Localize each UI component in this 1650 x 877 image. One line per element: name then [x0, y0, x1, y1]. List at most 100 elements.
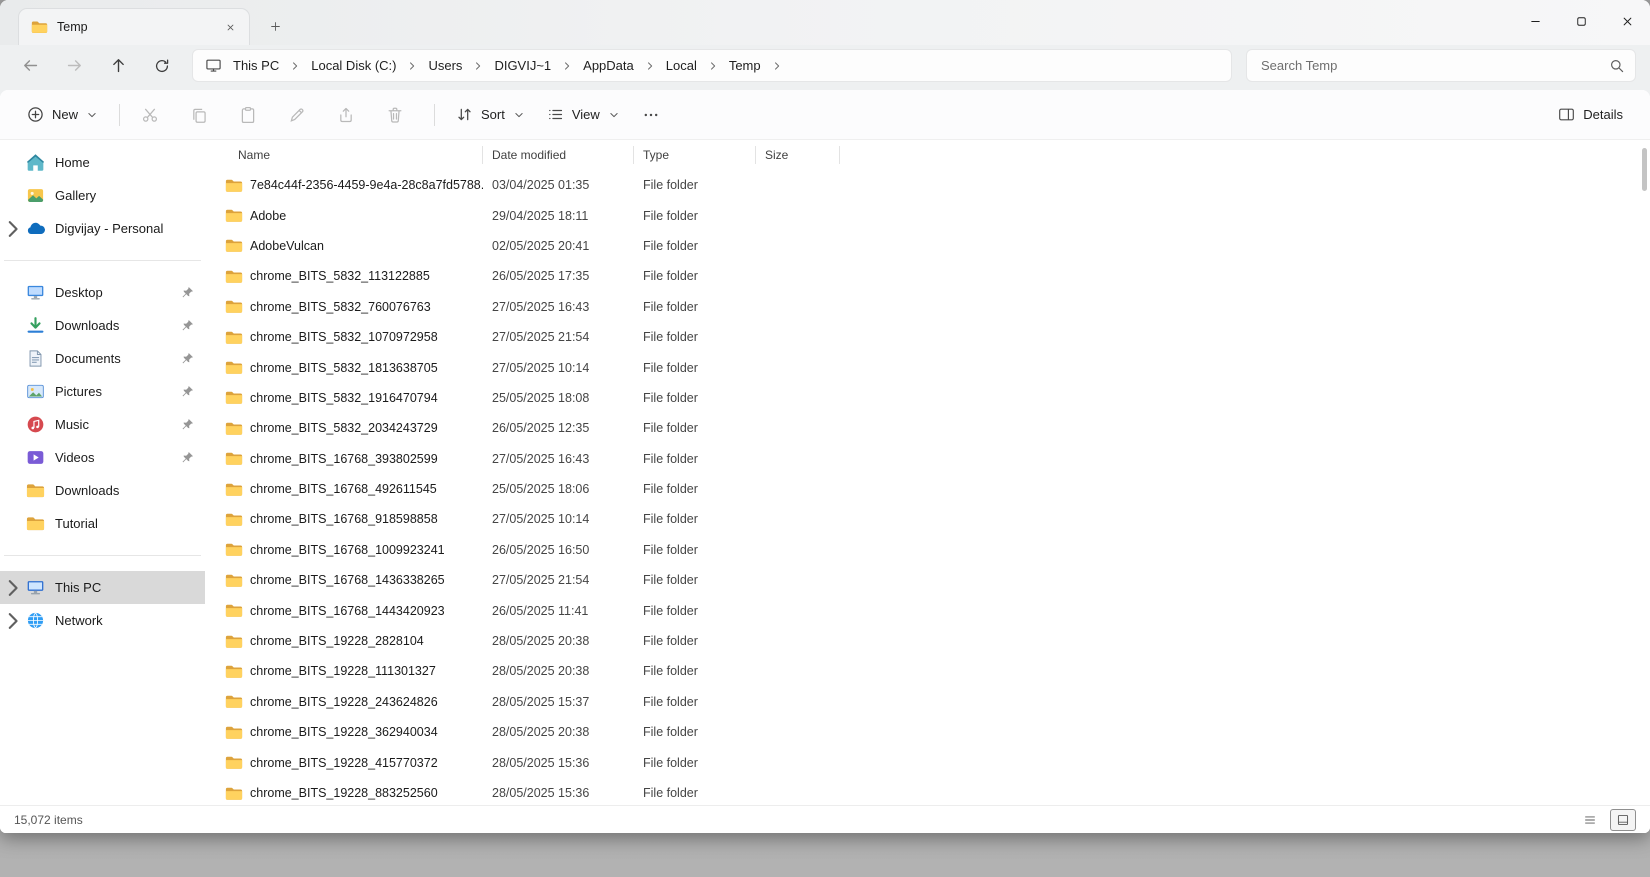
- sidebar-item-label: Pictures: [55, 384, 102, 399]
- chevron-right-icon[interactable]: [0, 216, 26, 242]
- sidebar-item-desktop[interactable]: Desktop: [0, 276, 205, 309]
- file-row[interactable]: chrome_BITS_5832_113122885 26/05/2025 17:…: [223, 261, 1650, 291]
- file-row[interactable]: chrome_BITS_19228_883252560 28/05/2025 15…: [223, 778, 1650, 805]
- file-row[interactable]: chrome_BITS_5832_1813638705 27/05/2025 10…: [223, 352, 1650, 382]
- sidebar-item-videos[interactable]: Videos: [0, 441, 205, 474]
- folder-icon: [26, 514, 45, 533]
- breadcrumb-chevron-icon[interactable]: [769, 60, 785, 72]
- file-row[interactable]: chrome_BITS_5832_2034243729 26/05/2025 12…: [223, 413, 1650, 443]
- sort-button[interactable]: Sort: [445, 98, 536, 132]
- sidebar-item-gallery[interactable]: Gallery: [0, 179, 205, 212]
- breadcrumb-chevron-icon[interactable]: [470, 60, 486, 72]
- copy-button[interactable]: [179, 98, 219, 132]
- rename-button[interactable]: [277, 98, 317, 132]
- file-row[interactable]: chrome_BITS_16768_918598858 27/05/2025 10…: [223, 504, 1650, 534]
- breadcrumb-item-users[interactable]: Users: [420, 55, 470, 76]
- chevron-right-icon[interactable]: [0, 575, 26, 601]
- column-header-size[interactable]: Size: [756, 144, 840, 166]
- file-row[interactable]: 7e84c44f-2356-4459-9e4a-28c8a7fd5788... 0…: [223, 170, 1650, 200]
- breadcrumb-chevron-icon[interactable]: [705, 60, 721, 72]
- breadcrumb-item-appdata[interactable]: AppData: [575, 55, 642, 76]
- file-row[interactable]: AdobeVulcan 02/05/2025 20:41 File folder: [223, 231, 1650, 261]
- search-box[interactable]: [1246, 49, 1636, 82]
- breadcrumb-item-temp[interactable]: Temp: [721, 55, 769, 76]
- sidebar-item-downloads[interactable]: Downloads: [0, 309, 205, 342]
- file-row[interactable]: chrome_BITS_19228_2828104 28/05/2025 20:3…: [223, 626, 1650, 656]
- sidebar-item-music[interactable]: Music: [0, 408, 205, 441]
- file-row[interactable]: chrome_BITS_5832_1070972958 27/05/2025 21…: [223, 322, 1650, 352]
- cut-button[interactable]: [130, 98, 170, 132]
- breadcrumb-item-digvij-1[interactable]: DIGVIJ~1: [486, 55, 559, 76]
- column-header-date-modified[interactable]: Date modified: [483, 144, 634, 166]
- tab-temp[interactable]: Temp: [18, 8, 250, 45]
- file-row[interactable]: chrome_BITS_19228_362940034 28/05/2025 20…: [223, 717, 1650, 747]
- breadcrumb-item-local[interactable]: Local: [658, 55, 705, 76]
- file-row[interactable]: chrome_BITS_5832_1916470794 25/05/2025 18…: [223, 383, 1650, 413]
- close-button[interactable]: [1604, 0, 1650, 42]
- breadcrumb[interactable]: This PC Local Disk (C:) Users DIGVIJ~1 AppDa…: [192, 49, 1232, 82]
- column-header-type[interactable]: Type: [634, 144, 756, 166]
- up-button[interactable]: [100, 49, 136, 83]
- more-options-button[interactable]: [631, 98, 671, 132]
- details-view-toggle[interactable]: [1577, 809, 1603, 831]
- sidebar-item-label: Network: [55, 613, 103, 628]
- copy-icon: [190, 106, 208, 124]
- window-controls: [1512, 0, 1650, 42]
- documents-icon: [26, 349, 45, 368]
- minimize-button[interactable]: [1512, 0, 1558, 42]
- delete-button[interactable]: [375, 98, 415, 132]
- paste-button[interactable]: [228, 98, 268, 132]
- file-type: File folder: [643, 299, 698, 314]
- file-date-modified: 25/05/2025 18:08: [492, 390, 590, 405]
- details-pane-button[interactable]: Details: [1547, 98, 1634, 132]
- search-icon[interactable]: [1609, 58, 1625, 74]
- breadcrumb-chevron-icon[interactable]: [642, 60, 658, 72]
- file-row[interactable]: chrome_BITS_16768_492611545 25/05/2025 18…: [223, 474, 1650, 504]
- file-type: File folder: [643, 573, 698, 588]
- search-input[interactable]: [1261, 58, 1609, 73]
- file-row[interactable]: chrome_BITS_16768_393802599 27/05/2025 16…: [223, 444, 1650, 474]
- breadcrumb-item-this-pc[interactable]: This PC: [225, 55, 287, 76]
- refresh-button[interactable]: [144, 49, 180, 83]
- sidebar-item-documents[interactable]: Documents: [0, 342, 205, 375]
- file-name: 7e84c44f-2356-4459-9e4a-28c8a7fd5788...: [250, 178, 483, 193]
- breadcrumb-chevron-icon[interactable]: [404, 60, 420, 72]
- file-row[interactable]: chrome_BITS_5832_760076763 27/05/2025 16:…: [223, 292, 1650, 322]
- sidebar-item-network[interactable]: Network: [0, 604, 205, 637]
- share-button[interactable]: [326, 98, 366, 132]
- maximize-button[interactable]: [1558, 0, 1604, 42]
- close-icon: [225, 22, 236, 33]
- file-row[interactable]: chrome_BITS_19228_243624826 28/05/2025 15…: [223, 687, 1650, 717]
- file-type: File folder: [643, 512, 698, 527]
- file-row[interactable]: chrome_BITS_19228_415770372 28/05/2025 15…: [223, 747, 1650, 777]
- videos-icon: [26, 448, 45, 467]
- sidebar-item-this-pc[interactable]: This PC: [0, 571, 205, 604]
- file-date-modified: 28/05/2025 15:36: [492, 755, 590, 770]
- icons-view-toggle[interactable]: [1610, 808, 1636, 831]
- new-tab-button[interactable]: [258, 11, 292, 41]
- file-row[interactable]: chrome_BITS_16768_1443420923 26/05/2025 1…: [223, 595, 1650, 625]
- back-button[interactable]: [12, 49, 48, 83]
- folder-icon: [225, 451, 243, 466]
- new-button[interactable]: New: [16, 98, 109, 132]
- file-row[interactable]: Adobe 29/04/2025 18:11 File folder: [223, 200, 1650, 230]
- vertical-scrollbar[interactable]: [1642, 148, 1647, 191]
- sidebar-item-digvijay-personal[interactable]: Digvijay - Personal: [0, 212, 205, 245]
- file-row[interactable]: chrome_BITS_16768_1436338265 27/05/2025 2…: [223, 565, 1650, 595]
- forward-button[interactable]: [56, 49, 92, 83]
- tab-close-button[interactable]: [219, 16, 241, 38]
- music-icon: [26, 415, 45, 434]
- sidebar-item-tutorial[interactable]: Tutorial: [0, 507, 205, 540]
- breadcrumb-item-local-disk-c[interactable]: Local Disk (C:): [303, 55, 404, 76]
- folder-icon: [225, 664, 243, 679]
- file-row[interactable]: chrome_BITS_19228_111301327 28/05/2025 20…: [223, 656, 1650, 686]
- view-button[interactable]: View: [536, 98, 631, 132]
- sidebar-item-downloads[interactable]: Downloads: [0, 474, 205, 507]
- column-header-name[interactable]: Name: [223, 144, 483, 166]
- chevron-right-icon[interactable]: [0, 608, 26, 634]
- sidebar-item-pictures[interactable]: Pictures: [0, 375, 205, 408]
- file-row[interactable]: chrome_BITS_16768_1009923241 26/05/2025 1…: [223, 535, 1650, 565]
- breadcrumb-chevron-icon[interactable]: [559, 60, 575, 72]
- breadcrumb-chevron-icon[interactable]: [287, 60, 303, 72]
- sidebar-item-home[interactable]: Home: [0, 146, 205, 179]
